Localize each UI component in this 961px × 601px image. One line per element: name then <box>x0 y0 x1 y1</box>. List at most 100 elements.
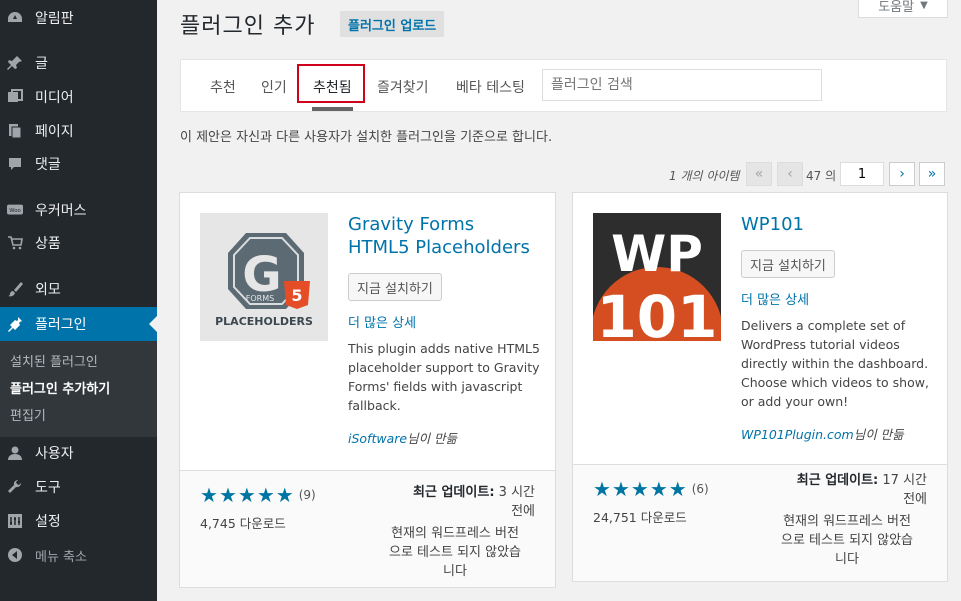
svg-text:5: 5 <box>291 286 302 305</box>
gravity-forms-logo[interactable]: G FORMS 5 PLACEHOLDERS <box>200 213 328 341</box>
collapse-icon <box>7 547 23 563</box>
submenu-add-plugin[interactable]: 플러그인 추가하기 <box>10 378 110 397</box>
recommendation-description: 이 제안은 자신과 다른 사용자가 설치한 플러그인을 기준으로 합니다. <box>180 130 553 145</box>
star-rating: ★ ★ ★ ★ ★ (6) <box>593 479 709 499</box>
sidebar-item-label: 플러그인 <box>35 317 87 333</box>
sidebar-item-products[interactable]: 상품 <box>0 226 157 260</box>
plugin-name-link[interactable]: Gravity Forms HTML5 Placeholders <box>348 213 548 259</box>
star-rating: ★ ★ ★ ★ ★ (9) <box>200 485 316 505</box>
sidebar-item-label: 외모 <box>35 282 61 298</box>
submenu-installed-plugins[interactable]: 설치된 플러그인 <box>10 351 98 370</box>
desc-line: directly within the dashboard. <box>741 356 929 371</box>
svg-text:WP: WP <box>611 225 703 283</box>
last-updated: 최근 업데이트: 3 시간 전에 <box>375 483 535 521</box>
compatibility-notice: 현재의 워드프레스 버전 으로 테스트 되지 않았습 니다 <box>375 524 535 581</box>
sidebar-item-label: 사용자 <box>35 446 74 462</box>
help-tab-button[interactable]: 도움말 ▼ <box>858 0 948 18</box>
last-page-button[interactable]: » <box>919 162 945 186</box>
star-icon: ★ <box>611 477 630 501</box>
author-link[interactable]: WP101Plugin.com <box>741 427 854 442</box>
sidebar-item-label: 메뉴 축소 <box>35 549 87 565</box>
desc-line: Choose which videos to show, <box>741 375 929 390</box>
sidebar-item-posts[interactable]: 글 <box>0 46 157 80</box>
tab-featured[interactable]: 추천 <box>210 60 236 113</box>
upload-plugin-button[interactable]: 플러그인 업로드 <box>340 11 445 37</box>
star-icon: ★ <box>630 477 649 501</box>
pages-icon <box>7 123 23 139</box>
sidebar-item-comments[interactable]: 댓글 <box>0 147 157 181</box>
woo-icon: Woo <box>7 202 23 218</box>
item-count: 1 개의 아이템 <box>669 169 740 183</box>
sidebar-item-label: 글 <box>35 56 48 72</box>
wrench-icon <box>7 479 23 495</box>
last-updated-value: 17 시간 <box>882 473 927 488</box>
author-link[interactable]: iSoftware <box>348 431 407 446</box>
sidebar-item-media[interactable]: 미디어 <box>0 80 157 114</box>
sidebar-item-plugins[interactable]: 플러그인 <box>0 307 157 341</box>
svg-text:FORMS: FORMS <box>246 294 274 303</box>
plugin-name-link[interactable]: WP101 <box>741 213 941 236</box>
admin-sidebar: 알림판 글 미디어 페이지 댓글 Woo 우커머스 상품 외모 플러그인 설치된… <box>0 0 157 601</box>
plugin-search-input[interactable] <box>542 69 822 101</box>
download-count: 24,751 다운로드 <box>593 510 687 525</box>
tab-beta-testing[interactable]: 베타 테스팅 <box>456 60 525 113</box>
svg-text:PLACEHOLDERS: PLACEHOLDERS <box>215 315 313 328</box>
plugin-card: G FORMS 5 PLACEHOLDERS Gravity Forms HTM… <box>179 192 556 588</box>
last-updated-value-2: 전에 <box>511 504 535 519</box>
wp101-logo[interactable]: WP 101 <box>593 213 721 341</box>
tab-highlight-box <box>297 64 365 103</box>
submenu-editor[interactable]: 편집기 <box>10 405 46 424</box>
settings-icon <box>7 513 23 529</box>
help-label: 도움말 <box>878 0 915 15</box>
first-page-button[interactable]: « <box>746 162 772 186</box>
last-updated: 최근 업데이트: 17 시간 전에 <box>767 471 927 509</box>
tab-popular[interactable]: 인기 <box>261 60 287 113</box>
sidebar-item-pages[interactable]: 페이지 <box>0 114 157 148</box>
sidebar-item-dashboard[interactable]: 알림판 <box>0 1 157 35</box>
plugins-submenu: 설치된 플러그인 플러그인 추가하기 편집기 <box>0 341 157 437</box>
plugin-card-bottom: ★ ★ ★ ★ ★ (6) 24,751 다운로드 최근 업데이트: 17 시간… <box>573 464 947 581</box>
install-now-button[interactable]: 지금 설치하기 <box>348 273 442 301</box>
more-details-link[interactable]: 더 많은 상세 <box>348 312 416 331</box>
sidebar-item-appearance[interactable]: 외모 <box>0 272 157 306</box>
sidebar-item-users[interactable]: 사용자 <box>0 436 157 470</box>
current-tab-indicator <box>312 107 353 111</box>
plugin-card-top: WP 101 WP101 지금 설치하기 더 많은 상세 Delivers a … <box>573 193 947 470</box>
last-updated-label: 최근 업데이트: <box>796 473 879 488</box>
sidebar-item-label: 상품 <box>35 236 61 252</box>
sidebar-item-label: 댓글 <box>35 157 61 173</box>
user-icon <box>7 445 23 461</box>
more-details-link[interactable]: 더 많은 상세 <box>741 289 809 308</box>
sidebar-item-woocommerce[interactable]: Woo 우커머스 <box>0 193 157 227</box>
desc-line: This plugin adds native HTML5 <box>348 341 540 356</box>
plugin-description: Delivers a complete set of WordPress tut… <box>741 316 929 411</box>
plugin-name-line: HTML5 Placeholders <box>348 237 530 258</box>
prev-page-button[interactable]: ‹ <box>777 162 803 186</box>
sidebar-item-settings[interactable]: 설정 <box>0 504 157 538</box>
desc-line: fallback. <box>348 398 401 413</box>
compat-line: 니다 <box>835 552 859 567</box>
compat-line: 으로 테스트 되지 않았습 <box>389 545 521 560</box>
current-page-input[interactable] <box>840 162 884 186</box>
last-updated-value: 3 시간 <box>498 485 535 500</box>
sidebar-item-label: 우커머스 <box>35 203 87 219</box>
sidebar-item-tools[interactable]: 도구 <box>0 470 157 504</box>
plugin-icon <box>7 316 23 332</box>
next-page-button[interactable]: › <box>889 162 915 186</box>
desc-line: WordPress tutorial videos <box>741 337 900 352</box>
desc-line: Forms' fields with javascript <box>348 379 523 394</box>
tab-favorites[interactable]: 즐겨찾기 <box>377 60 429 113</box>
media-icon <box>7 89 23 105</box>
install-now-button[interactable]: 지금 설치하기 <box>741 250 835 278</box>
plugin-name-line: Gravity Forms <box>348 214 475 235</box>
desc-line: or add your own! <box>741 394 849 409</box>
brush-icon <box>7 281 23 297</box>
sidebar-item-label: 도구 <box>35 480 61 496</box>
caret-down-icon: ▼ <box>920 0 928 11</box>
plugin-author: iSoftware님이 만듦 <box>348 428 457 447</box>
author-suffix: 님이 만듦 <box>853 427 904 442</box>
dashboard-icon <box>7 10 23 26</box>
last-updated-label: 최근 업데이트: <box>413 485 495 500</box>
collapse-menu-button[interactable]: 메뉴 축소 <box>0 538 157 572</box>
star-icon: ★ <box>200 483 218 507</box>
